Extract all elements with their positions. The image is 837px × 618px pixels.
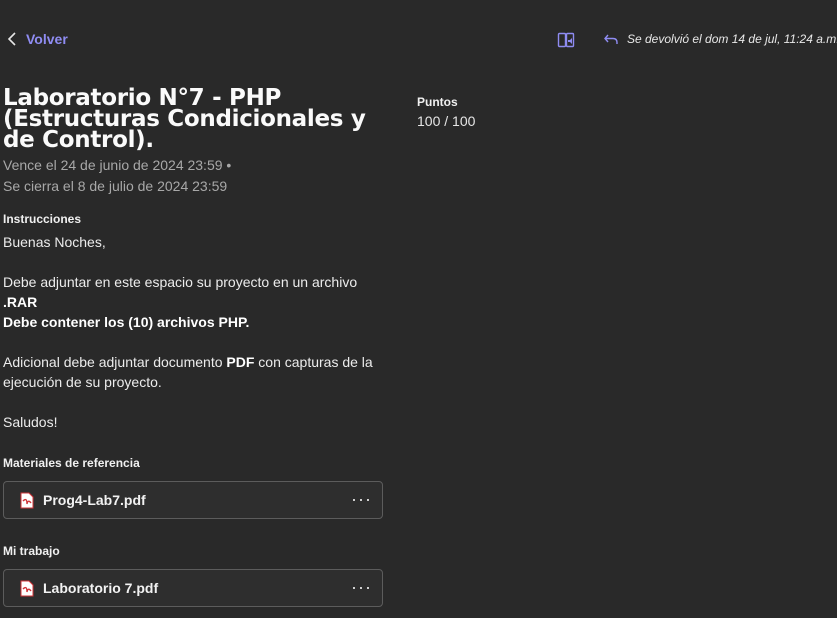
points-heading: Puntos xyxy=(417,95,458,109)
my-work-file-card[interactable]: Laboratorio 7.pdf ··· xyxy=(3,569,383,607)
more-options-icon[interactable]: ··· xyxy=(351,490,372,508)
instructions-greeting: Buenas Noches, xyxy=(3,234,106,250)
close-date: Se cierra el 8 de julio de 2024 23:59 xyxy=(3,178,228,194)
instructions-line-3: Adicional debe adjuntar documento PDF co… xyxy=(3,354,373,390)
due-date: Vence el 24 de junio de 2024 23:59 xyxy=(3,157,223,173)
pdf-file-icon xyxy=(20,580,34,596)
more-options-icon[interactable]: ··· xyxy=(351,578,372,596)
immersive-reader-icon[interactable] xyxy=(557,31,575,49)
separator-dot: • xyxy=(226,157,232,173)
points-value: 100 / 100 xyxy=(417,113,476,129)
my-work-file-name: Laboratorio 7.pdf xyxy=(43,580,159,596)
assignment-title: Laboratorio N°7 - PHP (Estructuras Condi… xyxy=(3,85,366,153)
return-arrow-icon xyxy=(604,34,618,44)
instructions-line-2: Debe contener los (10) archivos PHP. xyxy=(3,314,250,330)
reference-materials-heading: Materiales de referencia xyxy=(3,456,140,470)
instructions-pdf: PDF xyxy=(226,354,255,370)
instructions-heading: Instrucciones xyxy=(3,212,82,226)
instructions-closing: Saludos! xyxy=(3,414,58,430)
back-button[interactable]: Volver xyxy=(6,30,68,48)
my-work-heading: Mi trabajo xyxy=(3,544,60,558)
top-bar: Volver Se devolvió el dom 14 de jul, 11:… xyxy=(0,0,837,78)
reference-file-name: Prog4-Lab7.pdf xyxy=(43,492,146,508)
instructions-body: Buenas Noches, Debe adjuntar en este esp… xyxy=(3,232,388,432)
instructions-line-1: Debe adjuntar en este espacio su proyect… xyxy=(3,274,358,290)
returned-text: Se devolvió el dom 14 de jul, 11:24 a.m. xyxy=(627,32,837,46)
chevron-left-icon xyxy=(7,32,16,46)
due-dates: Vence el 24 de junio de 2024 23:59 • Se … xyxy=(3,155,231,197)
back-label: Volver xyxy=(26,31,68,47)
reference-file-card[interactable]: Prog4-Lab7.pdf ··· xyxy=(3,481,383,519)
instructions-rar: .RAR xyxy=(3,294,38,310)
returned-status: Se devolvió el dom 14 de jul, 11:24 a.m. xyxy=(603,31,837,47)
pdf-file-icon xyxy=(20,492,34,508)
